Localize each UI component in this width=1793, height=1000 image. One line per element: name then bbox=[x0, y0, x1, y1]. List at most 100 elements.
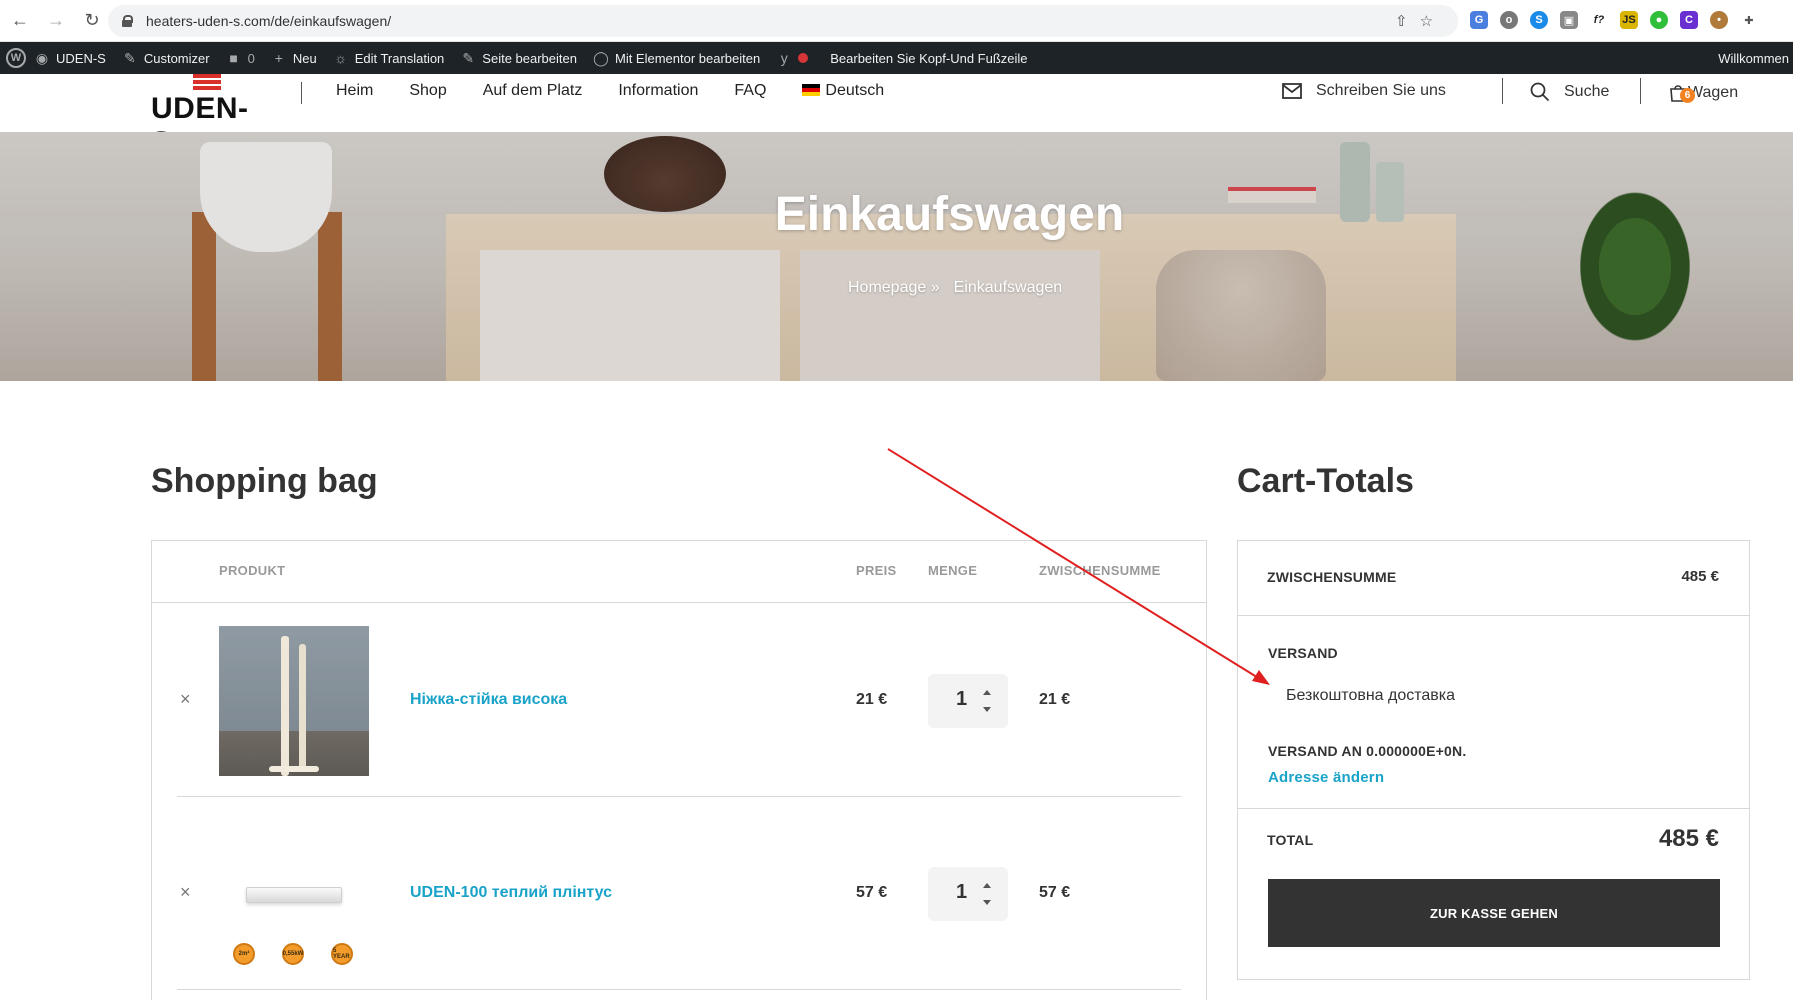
back-icon[interactable]: ← bbox=[4, 5, 36, 37]
remove-item-button[interactable]: × bbox=[180, 882, 191, 903]
search-icon bbox=[1530, 82, 1550, 102]
item-subtotal: 57 € bbox=[1039, 884, 1071, 901]
quantity-stepper[interactable]: 1 bbox=[928, 867, 1008, 921]
change-address-link[interactable]: Adresse ändern bbox=[1268, 769, 1384, 786]
admin-header-footer-link[interactable]: Bearbeiten Sie Kopf-Und Fußzeile bbox=[816, 42, 1035, 74]
url-text: heaters-uden-s.com/de/einkaufswagen/ bbox=[146, 13, 392, 29]
forward-icon[interactable]: → bbox=[40, 5, 72, 37]
stepper-arrows-icon[interactable] bbox=[982, 881, 992, 907]
admin-seo-link[interactable]: y bbox=[768, 42, 816, 74]
puzzle-extensions-icon[interactable]: ✚ bbox=[1740, 11, 1758, 29]
shipping-label: VERSAND bbox=[1268, 645, 1338, 661]
wp-admin-bar: W ◉ UDEN-S ✎ Customizer ■ 0 + Neu ☼ Edit… bbox=[0, 42, 1793, 74]
area-badge-icon: 2m² bbox=[233, 943, 255, 965]
extension-icon[interactable]: o bbox=[1500, 11, 1518, 29]
cart-count-badge: 6 bbox=[1680, 88, 1695, 103]
dashboard-icon: ◉ bbox=[35, 49, 49, 66]
german-flag-icon bbox=[802, 84, 821, 96]
stepper-arrows-icon[interactable] bbox=[982, 688, 992, 714]
page-title: Einkaufswagen bbox=[774, 188, 1125, 241]
browser-toolbar: ← → ↻ heaters-uden-s.com/de/einkaufswage… bbox=[0, 0, 1793, 42]
power-badge-icon: 0,55kW bbox=[282, 943, 304, 965]
extension-icon[interactable]: ● bbox=[1650, 11, 1668, 29]
nav-item-home[interactable]: Heim bbox=[336, 82, 373, 100]
font-extension-icon[interactable]: f? bbox=[1590, 11, 1608, 29]
bookmark-star-icon[interactable]: ☆ bbox=[1420, 12, 1433, 30]
warranty-badge-icon: 5 YEAR bbox=[331, 943, 353, 965]
product-link[interactable]: Ніжка-стійка висока bbox=[410, 691, 567, 709]
nav-item-shop[interactable]: Shop bbox=[409, 82, 446, 100]
admin-edit-translation-link[interactable]: ☼ Edit Translation bbox=[325, 42, 453, 74]
comment-icon: ■ bbox=[229, 50, 238, 66]
item-subtotal: 21 € bbox=[1039, 691, 1071, 708]
translate-extension-icon[interactable]: G bbox=[1470, 11, 1488, 29]
total-label: TOTAL bbox=[1267, 832, 1314, 848]
quantity-stepper[interactable]: 1 bbox=[928, 674, 1008, 728]
shipping-method: Безкоштовна доставка bbox=[1286, 687, 1456, 704]
site-header: UDEN-S Heim Shop Auf dem Platz Informati… bbox=[0, 74, 1793, 159]
cookie-extension-icon[interactable]: • bbox=[1710, 11, 1728, 29]
totals-divider bbox=[1238, 615, 1749, 616]
product-thumbnail[interactable] bbox=[246, 887, 342, 903]
cart-title: Shopping bag bbox=[151, 462, 378, 500]
search-link[interactable]: Suche bbox=[1530, 82, 1609, 102]
extension-icon[interactable]: S bbox=[1530, 11, 1548, 29]
admin-comments-link[interactable]: ■ 0 bbox=[218, 42, 263, 74]
column-header-price: PREIS bbox=[856, 563, 897, 578]
column-header-quantity: MENGE bbox=[928, 563, 978, 578]
site-logo[interactable]: UDEN-S bbox=[151, 74, 267, 159]
quantity-value: 1 bbox=[956, 688, 968, 710]
extension-icon[interactable]: C bbox=[1680, 11, 1698, 29]
breadcrumb-current: Einkaufswagen bbox=[953, 279, 1063, 296]
row-divider bbox=[177, 796, 1181, 797]
remove-item-button[interactable]: × bbox=[180, 689, 191, 710]
lock-icon bbox=[122, 15, 133, 27]
breadcrumb: Homepage » Einkaufswagen bbox=[848, 279, 1062, 297]
contact-link[interactable]: Schreiben Sie uns bbox=[1282, 82, 1446, 100]
admin-welcome[interactable]: Willkommen bbox=[1718, 51, 1789, 66]
shipping-destination: VERSAND AN 0.000000E+0N. bbox=[1268, 743, 1467, 759]
product-thumbnail[interactable] bbox=[219, 626, 369, 776]
extension-icon[interactable]: ▣ bbox=[1560, 11, 1578, 29]
item-price: 57 € bbox=[856, 884, 888, 901]
admin-new-link[interactable]: + Neu bbox=[263, 42, 325, 74]
quantity-value: 1 bbox=[956, 881, 968, 903]
hero-banner: Einkaufswagen Homepage » Einkaufswagen bbox=[0, 132, 1793, 381]
item-price: 21 € bbox=[856, 691, 888, 708]
header-divider bbox=[152, 602, 1206, 603]
cart-table: PRODUKT PREIS MENGE ZWISCHENSUMME × Ніжк… bbox=[151, 540, 1207, 1000]
subtotal-label: ZWISCHENSUMME bbox=[1267, 569, 1397, 585]
column-header-product: PRODUKT bbox=[219, 563, 286, 578]
cart-link[interactable]: Wagen bbox=[1668, 83, 1738, 103]
admin-site-link[interactable]: ◉ UDEN-S bbox=[26, 42, 114, 74]
extension-icon[interactable]: JS bbox=[1620, 11, 1638, 29]
pencil-icon: ✎ bbox=[462, 49, 475, 66]
address-bar[interactable]: heaters-uden-s.com/de/einkaufswagen/ bbox=[108, 5, 1458, 37]
nav-item-on-site[interactable]: Auf dem Platz bbox=[483, 82, 583, 100]
product-link[interactable]: UDEN-100 теплий плінтус bbox=[410, 884, 612, 902]
reload-icon[interactable]: ↻ bbox=[76, 5, 108, 37]
translation-icon: ☼ bbox=[334, 50, 348, 66]
main-navigation: Heim Shop Auf dem Platz Information FAQ … bbox=[336, 82, 884, 100]
column-header-subtotal: ZWISCHENSUMME bbox=[1039, 563, 1161, 578]
header-divider bbox=[1502, 78, 1503, 104]
admin-elementor-link[interactable]: ◯ Mit Elementor bearbeiten bbox=[585, 42, 768, 74]
language-switcher[interactable]: Deutsch bbox=[802, 82, 884, 100]
admin-edit-page-link[interactable]: ✎ Seite bearbeiten bbox=[452, 42, 585, 74]
seo-status-dot bbox=[798, 53, 809, 63]
cart-totals-title: Cart-Totals bbox=[1237, 462, 1414, 500]
totals-divider bbox=[1238, 808, 1749, 809]
header-divider bbox=[1640, 78, 1641, 104]
header-divider bbox=[301, 82, 302, 104]
share-icon[interactable]: ⇧ bbox=[1395, 12, 1408, 30]
nav-item-faq[interactable]: FAQ bbox=[734, 82, 766, 100]
checkout-button[interactable]: ZUR KASSE GEHEN bbox=[1268, 879, 1720, 947]
breadcrumb-home-link[interactable]: Homepage » bbox=[848, 279, 940, 297]
wordpress-logo-icon[interactable]: W bbox=[6, 48, 26, 68]
nav-item-information[interactable]: Information bbox=[618, 82, 698, 100]
logo-mark-icon bbox=[193, 74, 221, 90]
admin-customizer-link[interactable]: ✎ Customizer bbox=[114, 42, 218, 74]
elementor-icon: ◯ bbox=[593, 49, 609, 66]
cart-totals-panel: ZWISCHENSUMME 485 € VERSAND Безкоштовна … bbox=[1237, 540, 1750, 980]
brush-icon: ✎ bbox=[123, 49, 136, 66]
